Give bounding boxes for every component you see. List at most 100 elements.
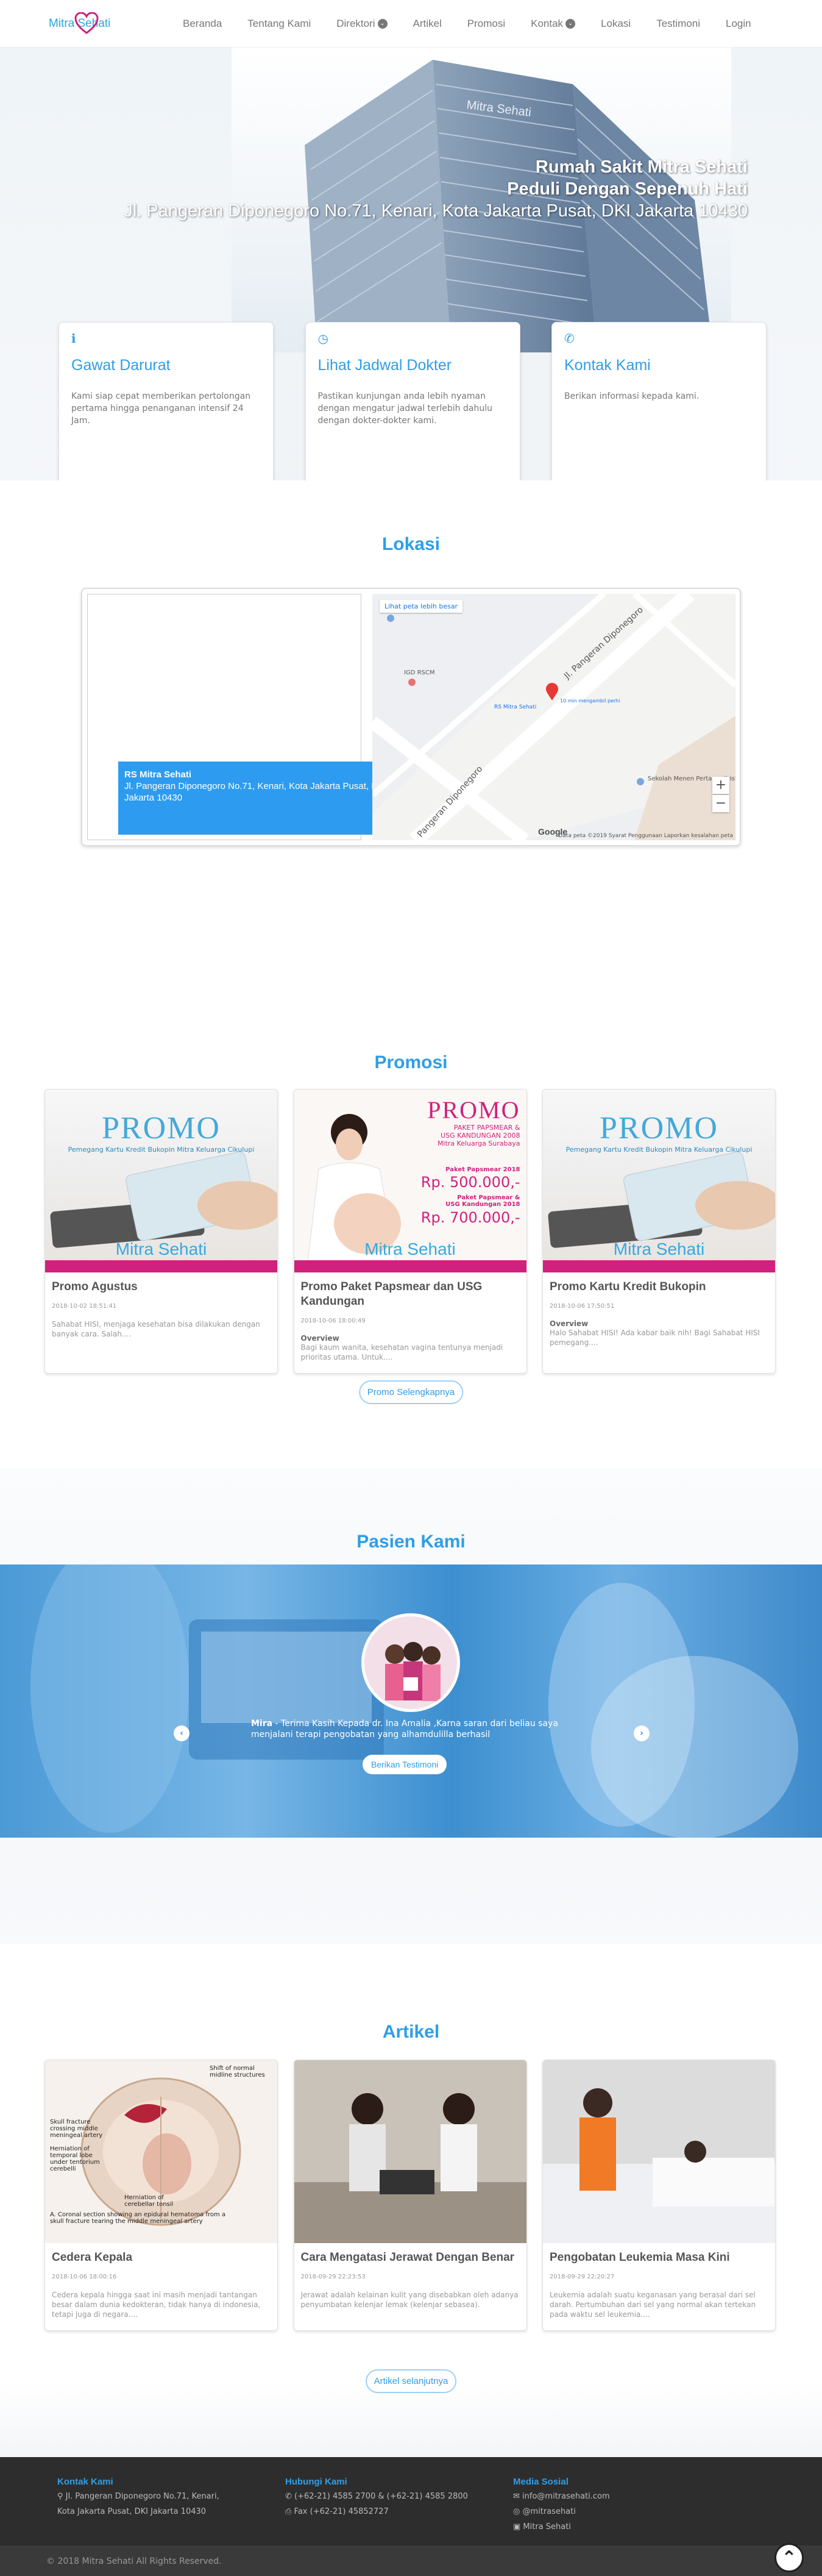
artikel-card[interactable]: Pengobatan Leukemia Masa Kini 2018-09-29 … [542,2060,776,2331]
card-body: Cara Mengatasi Jerawat Dengan Benar 2018-… [294,2243,526,2321]
footer-kontak: Kontak Kami ⚲ Jl. Pangeran Diponegoro No… [57,2475,219,2519]
nav-item-beranda[interactable]: Beranda [183,18,222,30]
pink-bar [543,1260,775,1272]
footer-fax: Fax (+62-21) 45852727 [294,2507,389,2516]
chevron-down-icon: ⌄ [565,19,576,29]
artikel-excerpt: Cedera kepala hingga saat ini masih menj… [52,2291,261,2319]
nav-item-artikel[interactable]: Artikel [413,18,442,30]
hero-address: Jl. Pangeran Diponegoro No.71, Kenari, K… [124,201,748,221]
feature-cards: ℹ Gawat Darurat Kami siap cepat memberik… [58,322,767,480]
promo-date: 2018-10-06 17:50:51 [550,1303,615,1310]
artikel-card[interactable]: Skull fracture crossing middle meningeal… [44,2060,278,2331]
map-attribution[interactable]: Data peta ©2019 Syarat Penggunaan Lapork… [558,833,733,839]
phone-icon: ✆ [285,2492,295,2501]
svg-text:RS Mitra Sehati: RS Mitra Sehati [494,704,536,710]
promo-image: PROMO Pemegang Kartu Kredit Bukopin Mitra… [45,1090,277,1272]
promo-heading: PROMO [427,1096,520,1124]
nav-item-label: Testimoni [656,18,701,29]
back-to-top-icon[interactable]: ⌃ [774,2543,804,2572]
footer-email[interactable]: info@mitrasehati.com [522,2492,610,2501]
feature-card-gawat-darurat[interactable]: ℹ Gawat Darurat Kami siap cepat memberik… [58,322,274,480]
footer-facebook[interactable]: Mitra Sehati [523,2522,571,2531]
artikel-image: Skull fracture crossing middle meningeal… [45,2060,277,2243]
artikel-date: 2018-09-29 22:20:27 [550,2274,615,2280]
brand-logo: Mitra Sehati [613,1240,705,1258]
promo-excerpt: Halo Sahabat HISI! Ada kabar baik nih! B… [550,1329,760,1347]
artikel-section: Artikel Skull fracture crossing middle m… [0,1944,822,2457]
nav-item-lokasi[interactable]: Lokasi [601,18,631,30]
next-arrow-icon[interactable]: › [634,1725,650,1741]
prev-arrow-icon[interactable]: ‹ [174,1725,190,1741]
brand-logo: Mitra Sehati [364,1240,456,1258]
promo-title[interactable]: Promo Kartu Kredit Bukopin [550,1280,768,1294]
footer-heading: Media Sosial [513,2477,569,2487]
card-body: Promo Kartu Kredit Bukopin 2018-10-06 17:… [543,1272,775,1358]
view-larger-map-link[interactable]: Lihat peta lebih besar [380,600,463,613]
nav-item-direktori[interactable]: Direktori ⌄ [336,18,388,30]
google-map[interactable]: Jl. Pangeran Diponegoro Pangeran Diponeg… [372,594,735,840]
testimonial-photo [364,1616,457,1709]
promo-overview-label: Overview [550,1319,589,1328]
nav-item-kontak[interactable]: Kontak ⌄ [531,18,576,30]
feature-title: Lihat Jadwal Dokter [317,357,452,374]
artikel-title[interactable]: Cara Mengatasi Jerawat Dengan Benar [301,2250,520,2265]
promo-card[interactable]: PROMO PAKET PAPSMEAR & USG KANDUNGAN 2008… [293,1089,527,1374]
nav-item-promosi[interactable]: Promosi [467,18,505,30]
map-pin-icon: ⚲ [57,2492,66,2501]
testimonial-text: - Terima Kasih Kepada dr. Ina Amalia ,Ka… [251,1719,558,1739]
section-title: Artikel [382,2022,440,2042]
footer-phone[interactable]: (+62-21) 4585 2700 & (+62-21) 4585 2800 [294,2492,468,2501]
artikel-date: 2018-10-06 18:00:16 [52,2274,117,2280]
copyright-bar: © 2018 Mitra Sehati All Rights Reserved.… [0,2543,822,2576]
promo-title[interactable]: Promo Paket Papsmear dan USG Kandungan [301,1280,520,1309]
artikel-title[interactable]: Cedera Kepala [52,2250,271,2265]
nav-item-testimoni[interactable]: Testimoni [656,18,700,30]
feature-card-kontak[interactable]: ✆ Kontak Kami Berikan informasi kepada k… [551,322,767,480]
diagram-label: Herniation of temporal lobe under tentor… [50,2146,100,2172]
feature-card-jadwal-dokter[interactable]: ◷ Lihat Jadwal Dokter Pastikan kunjungan… [305,322,520,480]
promo-title[interactable]: Promo Agustus [52,1280,271,1294]
zoom-in-button[interactable]: + [712,777,729,794]
promo-more-button[interactable]: Promo Selengkapnya [358,1380,464,1404]
promo-image: PROMO PAKET PAPSMEAR & USG KANDUNGAN 2008… [294,1090,526,1272]
promo-excerpt: Bagi kaum wanita, kesehatan vagina tentu… [300,1343,503,1361]
promo-cards: PROMO Pemegang Kartu Kredit Bukopin Mitra… [44,1089,776,1374]
price-label-2: Paket Papsmear & USG Kandungan 2018 [445,1194,520,1208]
promo-card[interactable]: PROMO Pemegang Kartu Kredit Bukopin Mitra… [44,1089,278,1374]
lokasi-section: Lokasi RS Mitra Sehati Jl. Pangeran Dipo… [0,480,822,1029]
zoom-out-button[interactable]: − [712,795,729,812]
section-title: Promosi [374,1052,448,1072]
hero-tagline: Peduli Dengan Sepenuh Hati [507,179,748,199]
promo-date: 2018-10-02 18:51:41 [52,1303,117,1310]
facebook-icon: ▣ [513,2522,523,2531]
top-navbar: Mitra Sehati Beranda Tentang Kami Direktor… [0,0,822,48]
nav-item-label: Kontak [531,18,564,29]
promo-image: PROMO Pemegang Kartu Kredit Bukopin Mitra… [543,1090,775,1272]
location-address: Jl. Pangeran Diponegoro No.71, Kenari, K… [124,781,387,803]
footer-instagram[interactable]: @mitrasehati [522,2507,575,2516]
hero-text: Rumah Sakit Mitra Sehati Peduli Dengan S… [124,156,748,222]
promo-card[interactable]: PROMO Pemegang Kartu Kredit Bukopin Mitra… [542,1089,776,1374]
price-1: Rp. 500.000,- [420,1174,520,1191]
nav-item-tentang-kami[interactable]: Tentang Kami [247,18,311,30]
promo-subtitle: PAKET PAPSMEAR & USG KANDUNGAN 2008 Mitr… [437,1124,520,1147]
diagram-label: Herniation of cerebellar tonsil [124,2194,174,2208]
chevron-down-icon: ⌄ [377,19,388,29]
nav-item-label: Artikel [413,18,442,29]
artikel-title[interactable]: Pengobatan Leukemia Masa Kini [550,2250,768,2265]
main-menu: Beranda Tentang Kami Direktori ⌄ Artikel Prom… [183,0,777,48]
svg-text:IGD RSCM: IGD RSCM [404,669,434,676]
footer-hubungi: Hubungi Kami ✆ (+62-21) 4585 2700 & (+62… [285,2475,468,2519]
logo[interactable]: Mitra Sehati [49,11,131,35]
artikel-more-button[interactable]: Artikel selanjutnya [365,2369,457,2393]
give-testimonial-button[interactable]: Berikan Testimoni [363,1755,447,1774]
pasien-section: Pasien Kami Mira - Terima Kasih Kepada d… [0,1468,822,1944]
feature-title: Kontak Kami [564,357,651,374]
heart-logo-icon [74,12,99,34]
promo-heading: PROMO [102,1111,221,1146]
feature-text: Kami siap cepat memberikan pertolongan p… [71,391,251,426]
fax-icon: ⎙ [285,2507,294,2516]
card-body: Pengobatan Leukemia Masa Kini 2018-09-29 … [543,2243,775,2330]
nav-item-login[interactable]: Login [726,18,751,30]
artikel-card[interactable]: Cara Mengatasi Jerawat Dengan Benar 2018-… [293,2060,527,2331]
